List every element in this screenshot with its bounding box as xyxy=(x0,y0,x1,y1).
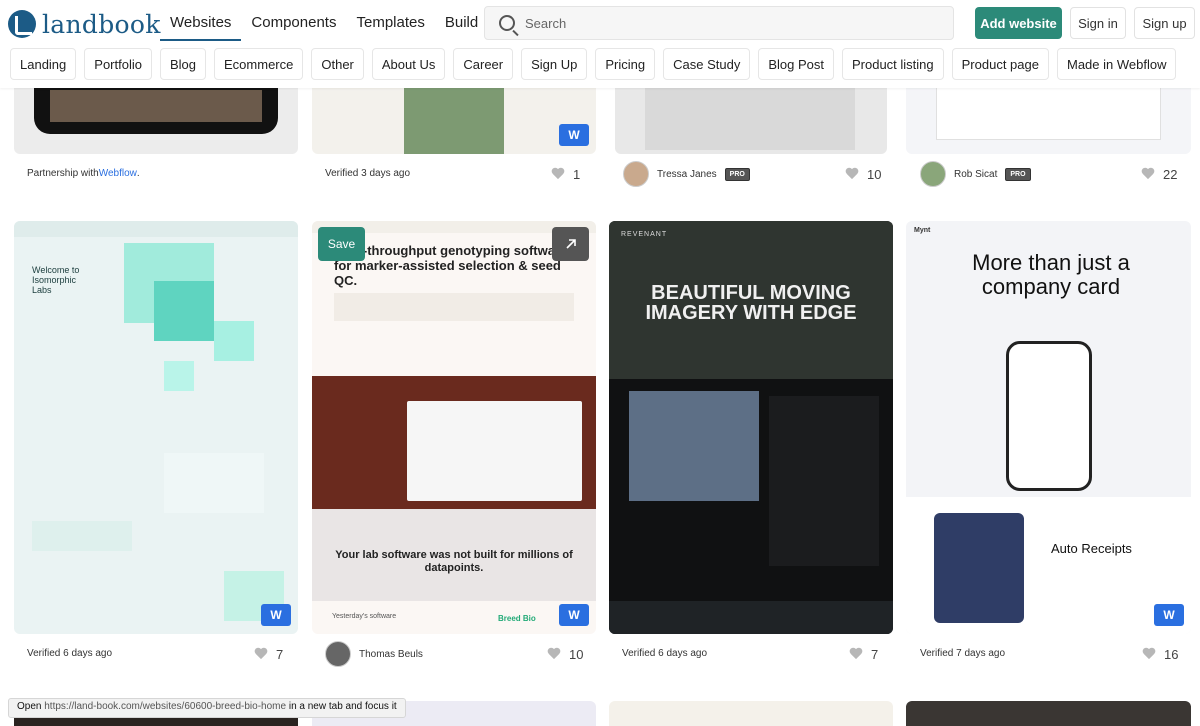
screenshot-image xyxy=(645,80,855,150)
category-career[interactable]: Career xyxy=(453,48,514,80)
like-button[interactable]: 16 xyxy=(1142,647,1178,662)
site-screenshot-isomorphic-labs[interactable]: Welcome to Isomorphic Labs W xyxy=(14,221,298,634)
category-portfolio[interactable]: Portfolio xyxy=(84,48,152,80)
site-screenshot-breed-bio[interactable]: High-throughput genotyping software for … xyxy=(312,221,596,634)
category-ecommerce[interactable]: Ecommerce xyxy=(214,48,304,80)
avatar xyxy=(920,161,946,187)
webflow-link[interactable]: Webflow xyxy=(99,168,137,179)
link-status-bar: Open https://land-book.com/websites/6060… xyxy=(8,698,406,718)
screenshot-logo: Breed Bio xyxy=(498,614,536,623)
category-sign-up[interactable]: Sign Up xyxy=(521,48,588,80)
heart-icon xyxy=(254,648,268,661)
nav-components[interactable]: Components xyxy=(241,6,346,41)
search-box xyxy=(484,6,954,40)
site-screenshot-next-3[interactable] xyxy=(609,701,893,726)
nav-build[interactable]: Build xyxy=(435,6,488,41)
like-button[interactable]: 22 xyxy=(1141,167,1177,182)
like-button[interactable]: 7 xyxy=(254,647,283,662)
category-landing[interactable]: Landing xyxy=(10,48,77,80)
webflow-badge-icon: W xyxy=(559,604,589,626)
category-other[interactable]: Other xyxy=(311,48,364,80)
like-button[interactable]: 10 xyxy=(845,167,881,182)
author[interactable]: Rob Sicat PRO xyxy=(920,161,1031,187)
category-about-us[interactable]: About Us xyxy=(371,48,446,80)
category-product-page[interactable]: Product page xyxy=(951,48,1049,80)
webflow-badge-icon: W xyxy=(1154,604,1184,626)
heart-icon xyxy=(551,168,565,181)
screenshot-brand: REVENANT xyxy=(621,231,668,238)
like-button[interactable]: 7 xyxy=(849,647,878,662)
screenshot-brand: Mynt xyxy=(914,227,931,234)
author[interactable]: Tressa Janes PRO xyxy=(623,161,750,187)
header: landbook Websites Components Templates B… xyxy=(0,0,1200,88)
avatar xyxy=(325,641,351,667)
landbook-logo[interactable]: landbook xyxy=(8,8,161,40)
pro-badge: PRO xyxy=(1005,167,1031,181)
category-pricing[interactable]: Pricing xyxy=(595,48,656,80)
screenshot-headline: BEAUTIFUL MOVING IMAGERY WITH EDGE xyxy=(645,282,857,324)
like-button[interactable]: 10 xyxy=(547,647,583,662)
add-website-button[interactable]: Add website xyxy=(975,7,1062,39)
avatar xyxy=(623,161,649,187)
screenshot-subheadline: Auto Receipts xyxy=(1051,541,1132,556)
category-case-study[interactable]: Case Study xyxy=(663,48,751,80)
category-product-listing[interactable]: Product listing xyxy=(841,48,944,80)
main-nav: Websites Components Templates Build xyxy=(160,6,488,41)
pro-badge: PRO xyxy=(724,167,750,181)
webflow-badge-icon: W xyxy=(261,604,291,626)
partnership-note: Partnership with Webflow. xyxy=(27,168,140,179)
site-screenshot-mynt[interactable]: Mynt More than just a company card Auto … xyxy=(906,221,1191,634)
verified-date: Verified 3 days ago xyxy=(325,168,411,179)
category-made-in-webflow[interactable]: Made in Webflow xyxy=(1056,48,1177,80)
category-blog[interactable]: Blog xyxy=(159,48,207,80)
verified-date: Verified 6 days ago xyxy=(622,648,708,659)
screenshot-headline: Welcome to Isomorphic Labs xyxy=(32,265,80,295)
nav-templates[interactable]: Templates xyxy=(346,6,434,41)
nav-websites[interactable]: Websites xyxy=(160,6,242,41)
author[interactable]: Thomas Beuls xyxy=(325,641,423,667)
category-blog-post[interactable]: Blog Post xyxy=(758,48,834,80)
like-button[interactable]: 1 xyxy=(551,167,580,182)
heart-icon xyxy=(547,648,561,661)
screenshot-headline: More than just a company card xyxy=(972,250,1130,299)
site-screenshot-next-4[interactable] xyxy=(906,701,1191,726)
verified-date: Verified 6 days ago xyxy=(27,648,113,659)
sign-up-button[interactable]: Sign up xyxy=(1134,7,1195,39)
site-screenshot-revenant[interactable]: REVENANT BEAUTIFUL MOVING IMAGERY WITH E… xyxy=(609,221,893,634)
search-input[interactable] xyxy=(525,15,925,31)
arrow-up-right-icon xyxy=(565,239,576,249)
screenshot-image xyxy=(936,80,1161,140)
screenshot-headline: High-throughput genotyping software for … xyxy=(334,243,568,288)
heart-icon xyxy=(845,168,859,181)
heart-icon xyxy=(1141,168,1155,181)
verified-date: Verified 7 days ago xyxy=(920,648,1006,659)
heart-icon xyxy=(849,648,863,661)
landbook-page: Partnership with Webflow. W Verified 3 d… xyxy=(0,0,1200,726)
category-filters: Landing Portfolio Blog Ecommerce Other A… xyxy=(10,48,1177,80)
save-button[interactable]: Save xyxy=(318,227,365,261)
heart-icon xyxy=(1142,648,1156,661)
screenshot-footer: Yesterday's software xyxy=(332,613,397,620)
screenshot-image xyxy=(34,80,278,134)
open-external-button[interactable] xyxy=(552,227,589,261)
landbook-logo-icon xyxy=(8,10,36,38)
sign-in-button[interactable]: Sign in xyxy=(1070,7,1126,39)
webflow-badge-icon: W xyxy=(559,124,589,146)
search-icon xyxy=(499,15,515,31)
screenshot-subheadline: Your lab software was not built for mill… xyxy=(335,549,573,574)
